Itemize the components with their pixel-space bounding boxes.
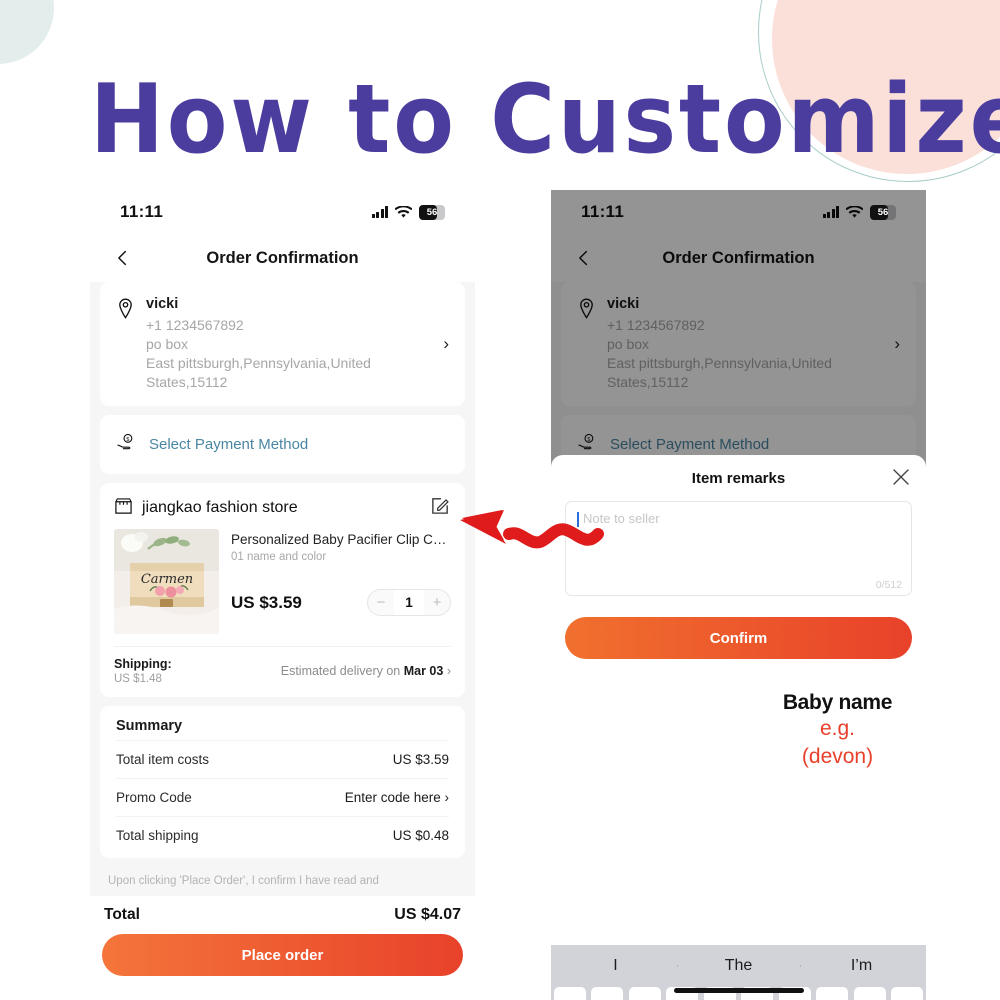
- address-line-2: East pittsburgh,Pennsylvania,United: [146, 355, 371, 371]
- battery-level: 56: [426, 206, 438, 218]
- location-pin-icon: [116, 298, 135, 324]
- sheet-title: Item remarks: [691, 469, 786, 487]
- suggestion-bar: I The I’m: [554, 945, 923, 987]
- home-indicator: [673, 988, 804, 993]
- key-w[interactable]: W: [591, 987, 624, 1000]
- key-q[interactable]: Q: [553, 987, 586, 1000]
- back-arrow-icon[interactable]: [112, 247, 134, 269]
- total-row: Total US $4.07: [102, 902, 463, 934]
- chevron-right-icon[interactable]: ›: [443, 334, 449, 354]
- onscreen-keyboard: I The I’m Q W E R T Y U I O P A: [551, 945, 926, 1000]
- storefront-icon: [114, 497, 133, 520]
- phone-left: 11:11 56 Order Confirmation vicki +1 123…: [90, 190, 475, 990]
- battery-level: 56: [877, 206, 889, 218]
- total-value: US $4.07: [394, 906, 461, 923]
- note-to-seller-input[interactable]: Note to seller 0/512: [565, 501, 912, 596]
- key-p[interactable]: P: [891, 987, 924, 1000]
- chevron-right-icon[interactable]: ›: [447, 664, 451, 678]
- order-page-body: vicki +1 1234567892 po box East pittsbur…: [90, 282, 475, 990]
- address-card[interactable]: vicki +1 1234567892 po box East pittsbur…: [100, 282, 465, 406]
- edit-note-icon[interactable]: [430, 495, 451, 521]
- store-name: jiangkao fashion store: [142, 499, 298, 516]
- character-counter: 0/512: [875, 579, 902, 591]
- suggestion-3[interactable]: I’m: [800, 957, 923, 975]
- order-disclaimer: Upon clicking 'Place Order', I confirm I…: [108, 875, 379, 887]
- store-item-card: jiangkao fashion store Carmen Personaliz…: [100, 483, 465, 697]
- page-title: How to Customize: [90, 65, 1000, 175]
- quantity-increase-button[interactable]: +: [424, 590, 450, 615]
- status-bar: 11:11 56: [90, 190, 475, 234]
- item-remarks-sheet: Item remarks Note to seller 0/512 Confir…: [551, 455, 926, 1000]
- address-line-3: States,15112: [146, 374, 228, 390]
- total-label: Total: [104, 906, 140, 923]
- product-variant: 01 name and color: [231, 551, 327, 563]
- page-heading: Order Confirmation: [206, 248, 359, 267]
- key-i[interactable]: I: [816, 987, 849, 1000]
- promo-code-value[interactable]: Enter code here ›: [345, 790, 449, 805]
- summary-row-total-shipping: Total shipping US $0.48: [116, 816, 449, 854]
- summary-row-promo-code[interactable]: Promo Code Enter code here ›: [116, 778, 449, 816]
- shipping-row[interactable]: Shipping: US $1.48 Estimated delivery on…: [114, 646, 451, 685]
- address-line-1: po box: [146, 336, 189, 352]
- summary-card: Summary Total item costs US $3.59 Promo …: [100, 706, 465, 858]
- summary-label: Total item costs: [116, 752, 210, 767]
- estimated-delivery: Estimated delivery on Mar 03 ›: [281, 664, 451, 678]
- svg-text:$: $: [126, 437, 129, 443]
- decorative-circle-teal: [0, 0, 54, 64]
- select-payment-method-label: Select Payment Method: [149, 436, 309, 453]
- battery-icon: 56: [419, 204, 445, 220]
- shipping-label: Shipping:: [114, 657, 172, 671]
- checkout-bottom-bar: Total US $4.07 Place order: [90, 896, 475, 990]
- suggestion-2[interactable]: The: [677, 957, 800, 975]
- quantity-value: 1: [394, 590, 424, 615]
- note-placeholder: Note to seller: [583, 511, 660, 526]
- cellular-signal-icon: [371, 206, 388, 218]
- phone-right: 11:11 56 Order Confirmation vicki +1 123…: [551, 190, 926, 1000]
- address-name: vicki: [146, 296, 179, 312]
- product-title: Personalized Baby Pacifier Clip Custo…: [231, 532, 451, 547]
- quantity-decrease-button[interactable]: −: [368, 590, 394, 615]
- close-icon[interactable]: [892, 468, 910, 486]
- summary-value: US $3.59: [392, 752, 449, 767]
- store-row[interactable]: jiangkao fashion store: [114, 495, 451, 521]
- key-e[interactable]: E: [628, 987, 661, 1000]
- poster-root: How to Customize 11:11 56 Order Confirma…: [0, 0, 1000, 1000]
- place-order-button[interactable]: Place order: [102, 934, 463, 976]
- confirm-button[interactable]: Confirm: [565, 617, 912, 659]
- sheet-header: Item remarks: [551, 455, 926, 501]
- text-caret: [577, 512, 579, 527]
- product-thumbnail: Carmen: [114, 529, 219, 634]
- summary-label: Total shipping: [116, 828, 199, 843]
- address-phone: +1 1234567892: [146, 317, 244, 333]
- order-item-row[interactable]: Carmen Personalized Baby Pacifier Clip C…: [114, 529, 451, 634]
- summary-label: Promo Code: [116, 790, 192, 805]
- wifi-icon: [395, 205, 412, 219]
- nav-bar: Order Confirmation: [90, 234, 475, 282]
- summary-title: Summary: [116, 718, 183, 734]
- eta-date: Mar 03: [403, 664, 444, 678]
- summary-row-item-costs: Total item costs US $3.59: [116, 740, 449, 778]
- key-o[interactable]: O: [853, 987, 886, 1000]
- product-price: US $3.59: [231, 592, 302, 612]
- svg-text:Carmen: Carmen: [141, 572, 193, 587]
- quantity-stepper[interactable]: − 1 +: [367, 589, 451, 616]
- payment-hand-icon: $: [116, 432, 138, 457]
- summary-value: US $0.48: [392, 828, 449, 843]
- suggestion-1[interactable]: I: [554, 957, 677, 975]
- status-icons: 56: [371, 204, 445, 220]
- status-time: 11:11: [120, 202, 164, 221]
- select-payment-method-row[interactable]: $ Select Payment Method: [100, 415, 465, 474]
- shipping-cost: US $1.48: [114, 673, 162, 685]
- eta-prefix: Estimated delivery on: [280, 664, 401, 678]
